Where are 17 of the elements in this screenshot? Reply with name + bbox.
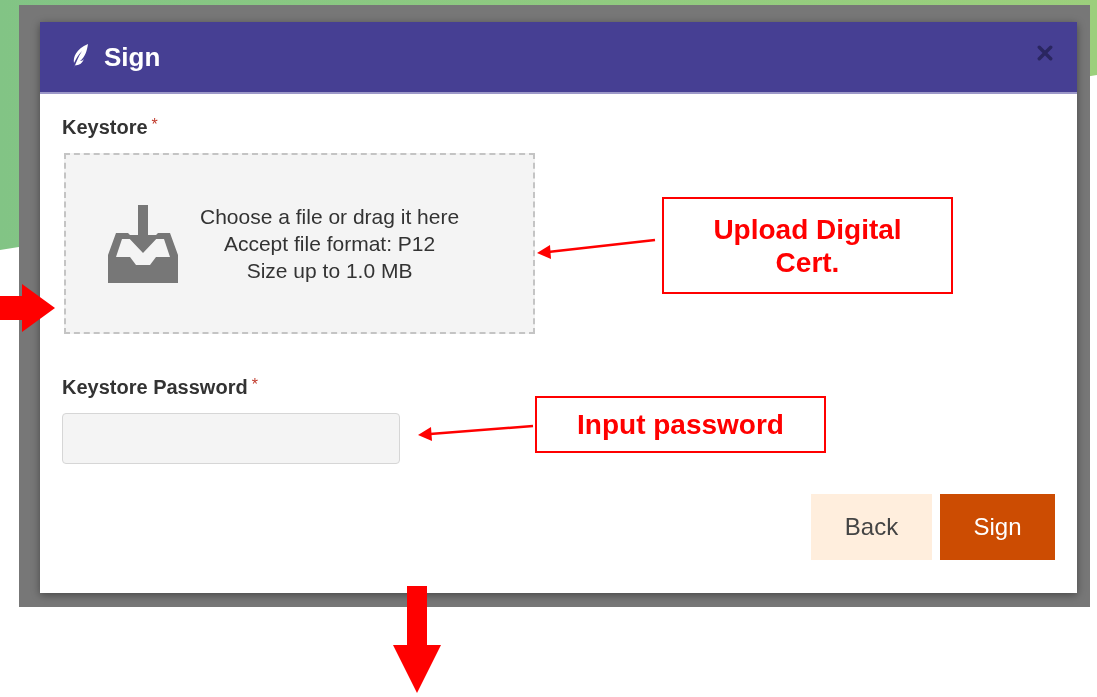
close-icon[interactable]: [1037, 45, 1053, 61]
file-drop-zone[interactable]: Choose a file or drag it here Accept file format: P12 Size up to 1.0 MB: [64, 153, 535, 334]
sign-button[interactable]: Sign: [940, 494, 1055, 560]
field-label: Keystore Password: [62, 376, 248, 399]
dialog-title: Sign: [104, 41, 162, 73]
annotation-callout: Input password: [535, 396, 826, 453]
upload-hint: Size up to 1.0 MB: [246, 258, 413, 284]
required-mark: *: [151, 116, 158, 134]
pointer-arrow: [0, 284, 55, 332]
upload-hint: Choose a file or drag it here: [200, 204, 460, 230]
required-mark: *: [251, 376, 258, 394]
annotation-callout: Upload Digital Cert.: [662, 197, 953, 294]
field-label: Keystore: [62, 116, 148, 139]
back-button[interactable]: Back: [811, 494, 932, 560]
password-field[interactable]: [62, 413, 400, 464]
upload-hint: Accept file format: P12: [223, 231, 436, 257]
download-tray-icon: [108, 204, 178, 283]
